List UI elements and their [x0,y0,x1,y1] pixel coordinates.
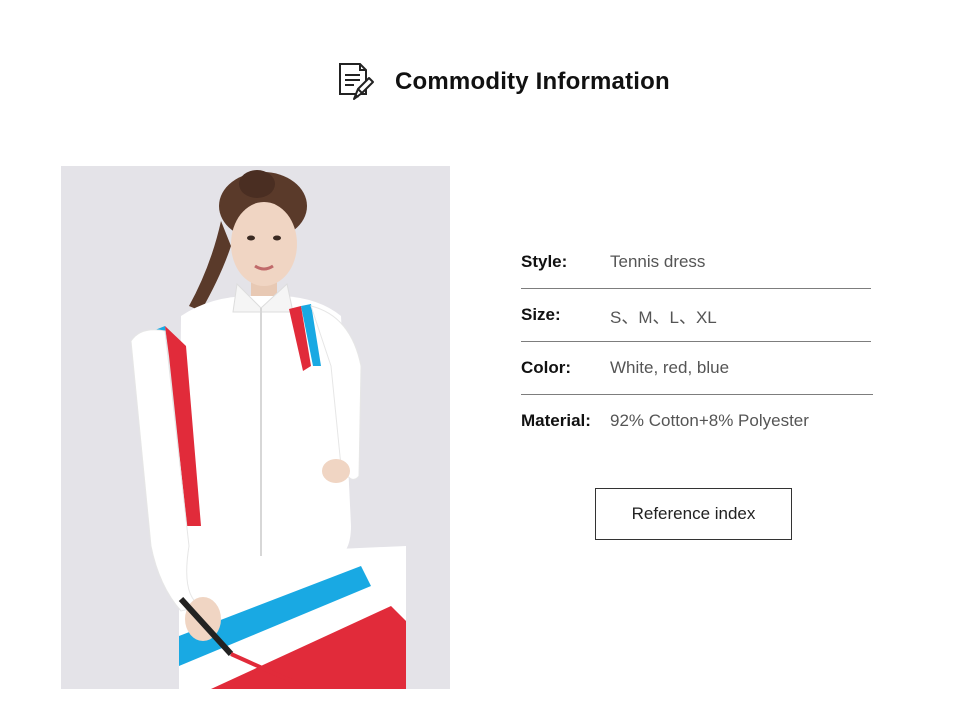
page-title: Commodity Information [395,68,670,95]
spec-row-style: Style: Tennis dress [521,236,873,288]
specs-table: Style: Tennis dress Size: S、M、L、XL Color… [521,236,873,447]
spec-row-size: Size: S、M、L、XL [521,289,873,341]
spec-label: Style: [521,252,568,271]
spec-row-color: Color: White, red, blue [521,342,873,394]
reference-index-button[interactable]: Reference index [595,488,792,540]
spec-value: 92% Cotton+8% Polyester [610,411,809,430]
spec-label: Size: [521,305,561,324]
document-edit-icon [339,63,374,100]
spec-value: S、M、L、XL [610,307,717,327]
spec-label: Color: [521,358,572,377]
spec-label: Material: [521,411,591,430]
spec-row-material: Material: 92% Cotton+8% Polyester [521,395,873,447]
spec-value: Tennis dress [610,252,706,271]
product-photo [61,166,450,689]
spec-value: White, red, blue [610,358,730,377]
section-header: Commodity Information [336,60,670,104]
